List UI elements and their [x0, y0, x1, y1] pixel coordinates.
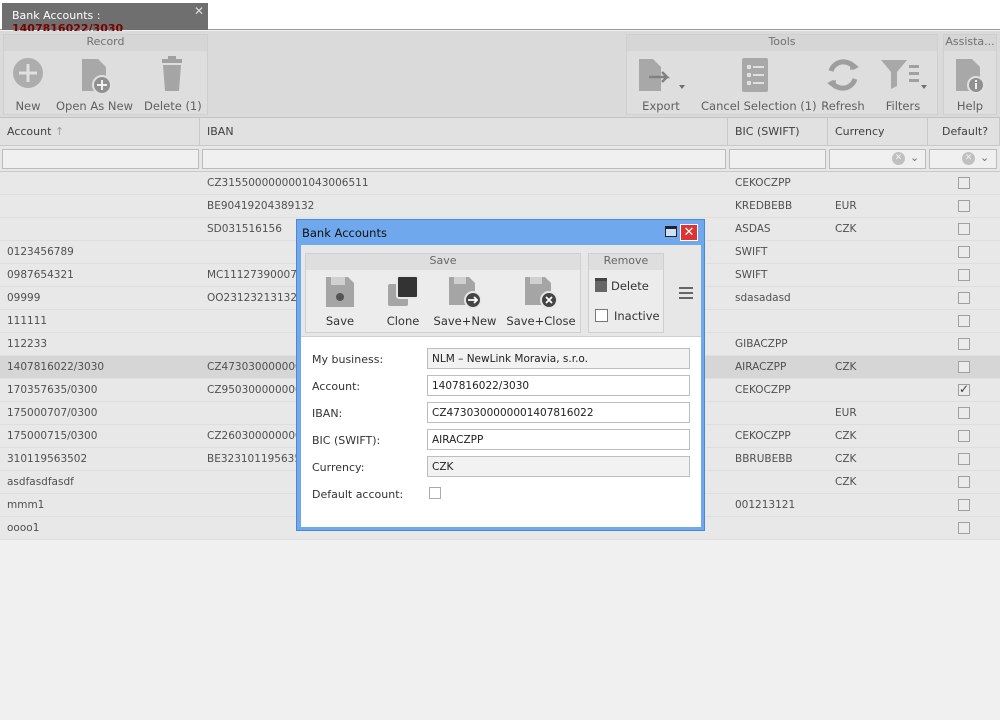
bic-label: BIC (SWIFT): — [312, 434, 381, 447]
dialog-toolbar: Save Save Clone Save+New Save+Close Remo… — [301, 245, 701, 337]
save-group-title: Save — [306, 254, 580, 270]
account-field[interactable] — [427, 375, 690, 396]
save-label: Save — [325, 314, 355, 328]
menu-icon[interactable] — [679, 287, 693, 299]
dialog-body: Save Save Clone Save+New Save+Close Remo… — [301, 245, 701, 527]
tab-strip: Bank Accounts : 1407816022/3030 ✕ — [0, 0, 1000, 35]
delete-label: Delete — [611, 279, 649, 293]
my-business-label: My business: — [312, 353, 384, 366]
maximize-icon[interactable] — [665, 226, 677, 237]
clone-label: Clone — [386, 314, 420, 328]
save-group: Save Save Clone Save+New Save+Close — [305, 253, 581, 333]
iban-field[interactable] — [427, 402, 690, 423]
default-account-label: Default account: — [312, 488, 404, 501]
save-close-label: Save+Close — [506, 314, 576, 328]
save-new-label: Save+New — [433, 314, 497, 328]
currency-label: Currency: — [312, 461, 365, 474]
account-label: Account: — [312, 380, 361, 393]
bank-account-dialog: Bank Accounts ✕ Save Save Clone Save+New… — [296, 219, 705, 531]
iban-row: IBAN: — [301, 399, 701, 426]
inactive-checkbox[interactable] — [595, 309, 608, 322]
bic-field[interactable] — [427, 429, 690, 450]
iban-label: IBAN: — [312, 407, 343, 420]
currency-row: Currency: — [301, 453, 701, 480]
delete-button[interactable]: Delete — [595, 278, 649, 293]
dialog-title: Bank Accounts — [302, 226, 387, 240]
account-row: Account: — [301, 372, 701, 399]
default-account-row: Default account: — [301, 480, 701, 507]
save-button[interactable]: Save — [312, 274, 368, 328]
save-arrow-icon — [432, 274, 498, 310]
clone-button[interactable]: Clone — [378, 274, 428, 328]
tab-label: Bank Accounts : — [12, 9, 101, 22]
my-business-row: My business: — [301, 345, 701, 372]
remove-group-title: Remove — [589, 254, 663, 270]
close-icon[interactable]: ✕ — [680, 224, 698, 241]
close-icon[interactable]: ✕ — [193, 5, 205, 17]
clone-icon — [378, 274, 428, 310]
account-form: My business: Account: IBAN: BIC (SWIFT):… — [301, 345, 701, 507]
bic-row: BIC (SWIFT): — [301, 426, 701, 453]
my-business-field[interactable] — [427, 348, 690, 369]
remove-group: Remove Delete Inactive — [588, 253, 664, 333]
currency-field[interactable] — [427, 456, 690, 477]
inactive-toggle[interactable]: Inactive — [595, 309, 660, 323]
inactive-label: Inactive — [614, 309, 660, 323]
trash-icon — [595, 278, 607, 292]
save-new-button[interactable]: Save+New — [432, 274, 498, 328]
default-account-checkbox[interactable] — [429, 487, 441, 499]
save-close-icon — [506, 274, 576, 310]
floppy-disk-icon — [312, 274, 368, 310]
tab-bank-accounts[interactable]: Bank Accounts : 1407816022/3030 ✕ — [2, 3, 208, 35]
save-close-button[interactable]: Save+Close — [506, 274, 576, 328]
